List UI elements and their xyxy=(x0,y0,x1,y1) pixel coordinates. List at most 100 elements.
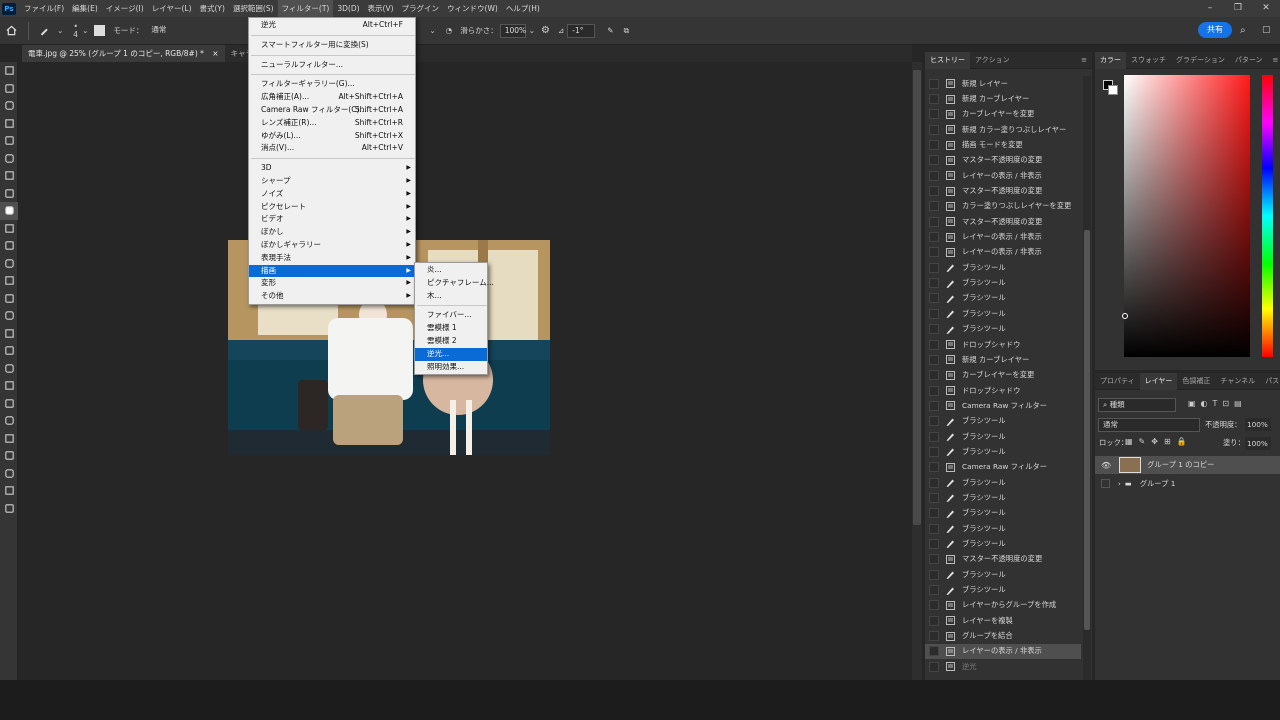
history-source-checkbox[interactable] xyxy=(929,585,939,596)
tab-layers-1[interactable]: レイヤー xyxy=(1139,372,1178,390)
screen-mode-icon[interactable] xyxy=(0,500,18,518)
history-source-checkbox[interactable] xyxy=(929,477,939,488)
filter-menu-item[interactable]: ぼかしギャラリー ▶ xyxy=(249,239,415,252)
blend-mode-select[interactable]: 通常 xyxy=(1098,418,1200,432)
healing-brush-icon[interactable] xyxy=(0,185,18,203)
panel-menu-icon[interactable]: ≡ xyxy=(1076,52,1092,69)
filter-menu-item[interactable]: ニューラルフィルター... xyxy=(249,59,415,72)
filter-menu-item[interactable]: シャープ ▶ xyxy=(249,175,415,188)
history-source-checkbox[interactable] xyxy=(929,523,939,534)
render-menu-item[interactable]: ファイバー... xyxy=(415,309,487,322)
tab-layers-2[interactable]: 色調補正 xyxy=(1177,373,1215,390)
color-swatches-icon[interactable] xyxy=(0,465,18,483)
history-source-checkbox[interactable] xyxy=(929,416,939,427)
filter-menu-item[interactable]: ゆがみ(L)... Shift+Ctrl+X xyxy=(249,130,415,143)
tab-color-1[interactable]: スウォッチ xyxy=(1126,52,1171,69)
history-item[interactable]: 描画 モードを変更 xyxy=(925,137,1081,152)
filter-menu-item[interactable]: 表現手法 ▶ xyxy=(249,252,415,265)
history-source-checkbox[interactable] xyxy=(929,508,939,519)
history-source-checkbox[interactable] xyxy=(929,446,939,457)
history-item[interactable]: グループを結合 xyxy=(925,628,1081,643)
history-item[interactable]: ブラシツール xyxy=(925,429,1081,444)
opacity-input[interactable]: 100% xyxy=(1245,418,1271,431)
minimize-button[interactable]: – xyxy=(1196,0,1224,17)
history-source-checkbox[interactable] xyxy=(929,324,939,335)
history-source-checkbox[interactable] xyxy=(929,262,939,273)
history-source-checkbox[interactable] xyxy=(929,538,939,549)
tab-history[interactable]: ヒストリー xyxy=(925,51,970,69)
tab-close-icon[interactable]: × xyxy=(212,49,218,58)
quick-mask-icon[interactable] xyxy=(0,482,18,500)
history-item[interactable]: ブラシツール xyxy=(925,306,1081,321)
brush-tool-icon[interactable] xyxy=(0,202,18,220)
dodge-tool-icon[interactable] xyxy=(0,307,18,325)
history-source-checkbox[interactable] xyxy=(929,247,939,258)
brush-preset-icon[interactable] xyxy=(35,22,53,40)
history-source-checkbox[interactable] xyxy=(929,155,939,166)
history-source-checkbox[interactable] xyxy=(929,308,939,319)
history-brush-icon[interactable] xyxy=(0,237,18,255)
path-select-icon[interactable] xyxy=(0,360,18,378)
history-item[interactable]: レイヤーの表示 / 非表示 xyxy=(925,245,1081,260)
history-source-checkbox[interactable] xyxy=(929,216,939,227)
history-source-checkbox[interactable] xyxy=(929,385,939,396)
color-picker-field[interactable] xyxy=(1124,75,1250,357)
layer-row[interactable]: › ▬ グループ 1 xyxy=(1095,475,1280,492)
history-item[interactable]: レイヤーからグループを作成 xyxy=(925,598,1081,613)
crop-tool-icon[interactable] xyxy=(0,132,18,150)
canvas-scroll-thumb[interactable] xyxy=(913,70,921,525)
eyedropper-tool-icon[interactable] xyxy=(0,167,18,185)
render-menu-item[interactable]: 雲模様 1 xyxy=(415,322,487,335)
render-menu-item[interactable]: 照明効果... xyxy=(415,361,487,374)
history-source-checkbox[interactable] xyxy=(929,370,939,381)
hand-tool-icon[interactable] xyxy=(0,395,18,413)
filter-menu-item[interactable]: 逆光 Alt+Ctrl+F xyxy=(249,19,415,32)
history-source-checkbox[interactable] xyxy=(929,109,939,120)
pressure-opacity-icon[interactable]: ◔ xyxy=(446,26,453,35)
smoothing-dropdown-icon[interactable]: ⌄ xyxy=(529,26,535,35)
visibility-eye-icon[interactable]: 👁 xyxy=(1101,461,1111,470)
brush-size-dropdown-icon[interactable]: ⌄ xyxy=(82,26,88,35)
filter-menu-item[interactable]: フィルターギャラリー(G)... xyxy=(249,78,415,91)
history-item[interactable]: マスター不透明度の変更 xyxy=(925,153,1081,168)
filter-menu-item[interactable]: ぼかし ▶ xyxy=(249,226,415,239)
tab-document-active[interactable]: 電車.jpg @ 25% (グループ 1 のコピー, RGB/8#) * × xyxy=(22,45,225,62)
history-source-checkbox[interactable] xyxy=(929,354,939,365)
history-source-checkbox[interactable] xyxy=(929,569,939,580)
history-item[interactable]: ブラシツール xyxy=(925,506,1081,521)
history-source-checkbox[interactable] xyxy=(929,186,939,197)
history-item[interactable]: カーブレイヤーを変更 xyxy=(925,368,1081,383)
history-item[interactable]: 逆光 xyxy=(925,659,1081,674)
history-item[interactable]: レイヤーを複製 xyxy=(925,613,1081,628)
tab-color-0[interactable]: カラー xyxy=(1095,51,1126,69)
history-item[interactable]: レイヤーの表示 / 非表示 xyxy=(925,229,1081,244)
history-item[interactable]: Camera Raw フィルター xyxy=(925,460,1081,475)
airbrush-icon[interactable]: ⌄ xyxy=(429,26,435,35)
filter-menu-item[interactable]: Camera Raw フィルター(C)... Shift+Ctrl+A xyxy=(249,104,415,117)
color-picker-cursor[interactable] xyxy=(1122,313,1128,319)
history-item[interactable]: ブラシツール xyxy=(925,260,1081,275)
home-icon[interactable] xyxy=(0,22,22,40)
menu-2[interactable]: イメージ(I) xyxy=(102,0,148,17)
history-item[interactable]: ブラシツール xyxy=(925,414,1081,429)
history-source-checkbox[interactable] xyxy=(929,400,939,411)
history-source-checkbox[interactable] xyxy=(929,615,939,626)
history-item[interactable]: ブラシツール xyxy=(925,475,1081,490)
hue-slider[interactable] xyxy=(1262,75,1273,357)
clone-stamp-icon[interactable] xyxy=(0,220,18,238)
render-menu-item[interactable]: 木... xyxy=(415,290,487,303)
rectangle-tool-icon[interactable] xyxy=(0,377,18,395)
menu-0[interactable]: ファイル(F) xyxy=(20,0,68,17)
history-source-checkbox[interactable] xyxy=(929,492,939,503)
history-item[interactable]: ブラシツール xyxy=(925,582,1081,597)
quick-select-tool-icon[interactable] xyxy=(0,115,18,133)
menu-7[interactable]: 3D(D) xyxy=(333,0,363,17)
filter-menu-item[interactable]: ピクセレート ▶ xyxy=(249,201,415,214)
menu-4[interactable]: 書式(Y) xyxy=(196,0,229,17)
eraser-tool-icon[interactable] xyxy=(0,255,18,273)
marquee-tool-icon[interactable] xyxy=(0,80,18,98)
history-item[interactable]: マスター不透明度の変更 xyxy=(925,214,1081,229)
history-source-checkbox[interactable] xyxy=(929,646,939,657)
history-item[interactable]: ドロップシャドウ xyxy=(925,337,1081,352)
history-item[interactable]: Camera Raw フィルター xyxy=(925,398,1081,413)
